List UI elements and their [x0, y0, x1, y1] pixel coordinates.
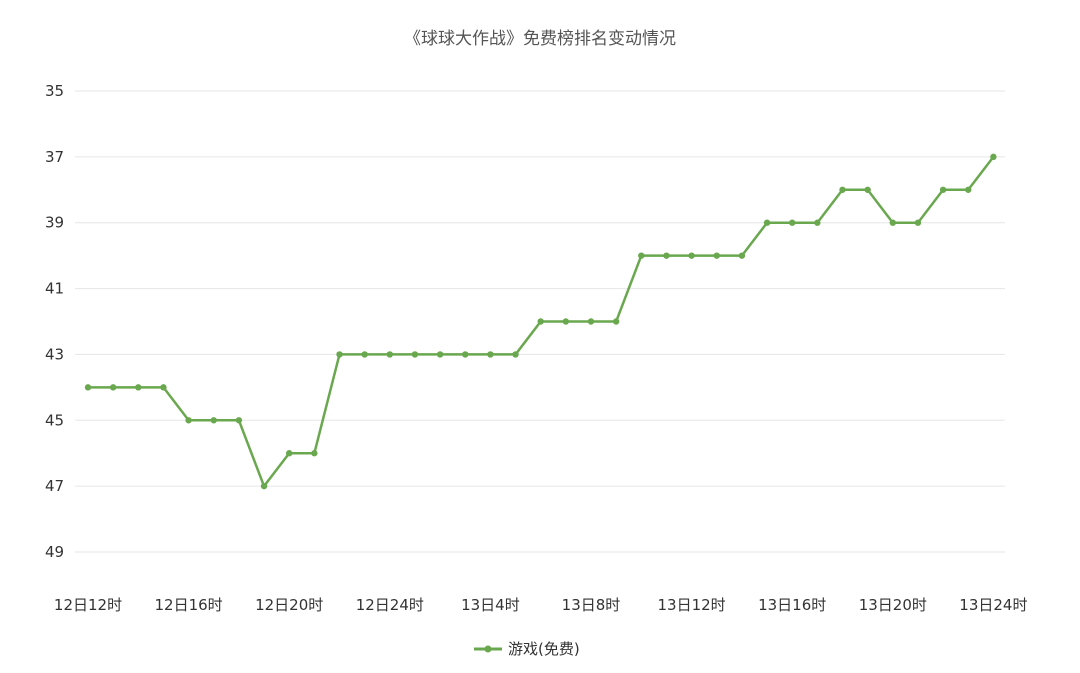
data-point[interactable]: [462, 351, 469, 358]
x-tick-label: 13日20时: [859, 596, 927, 614]
data-point[interactable]: [311, 450, 318, 457]
data-point[interactable]: [914, 219, 922, 226]
data-point[interactable]: [84, 384, 92, 391]
legend[interactable]: 游戏(免费): [474, 640, 580, 658]
x-tick-label: 12日20时: [255, 596, 323, 614]
y-tick-label: 37: [45, 148, 64, 166]
legend-dot-marker: [484, 645, 492, 653]
chart-title: 《球球大作战》免费榜排名变动情况: [404, 29, 676, 49]
data-point[interactable]: [436, 351, 444, 358]
y-tick-label: 41: [45, 280, 64, 298]
data-point[interactable]: [361, 351, 368, 358]
data-point[interactable]: [336, 351, 343, 358]
data-point[interactable]: [109, 384, 117, 391]
x-tick-label: 12日12时: [54, 596, 122, 614]
data-point[interactable]: [990, 153, 997, 161]
x-tick-label: 13日24时: [959, 596, 1027, 614]
data-point[interactable]: [939, 186, 947, 193]
data-point[interactable]: [889, 219, 896, 226]
data-point[interactable]: [411, 351, 419, 358]
y-tick-label: 43: [45, 345, 64, 363]
y-tick-label: 39: [45, 214, 64, 232]
data-point[interactable]: [286, 450, 293, 457]
data-point[interactable]: [638, 252, 645, 259]
data-point[interactable]: [135, 384, 142, 391]
x-tick-label: 13日8时: [562, 596, 621, 614]
data-point[interactable]: [537, 318, 544, 325]
data-point[interactable]: [663, 252, 670, 259]
y-tick-label: 35: [45, 82, 64, 100]
x-tick-label: 12日16时: [155, 596, 223, 614]
series-layer: [84, 153, 997, 490]
x-tick-label: 13日12时: [658, 596, 726, 614]
data-point[interactable]: [789, 219, 796, 226]
data-point[interactable]: [260, 482, 268, 490]
data-point[interactable]: [386, 351, 393, 358]
data-point[interactable]: [839, 186, 846, 193]
data-point[interactable]: [814, 219, 821, 226]
data-point[interactable]: [512, 351, 519, 358]
data-point[interactable]: [738, 252, 746, 259]
data-point[interactable]: [160, 384, 167, 391]
y-tick-label: 49: [45, 543, 64, 561]
data-point[interactable]: [185, 417, 192, 424]
x-tick-label: 12日24时: [356, 596, 424, 614]
data-point[interactable]: [487, 351, 494, 358]
data-point[interactable]: [612, 318, 620, 325]
data-point[interactable]: [965, 186, 972, 193]
data-point[interactable]: [235, 417, 243, 424]
x-axis: 12日12时 12日16时 12日20时 12日24时 13日4时 13日8时 13日12时…: [54, 596, 1028, 614]
legend-label: 游戏(免费): [508, 640, 580, 658]
data-point[interactable]: [562, 318, 570, 325]
data-point[interactable]: [587, 318, 595, 325]
data-point[interactable]: [688, 252, 695, 259]
y-axis: 35 37 39 41 43 45 47 49: [45, 82, 64, 561]
data-point[interactable]: [763, 219, 771, 226]
data-point[interactable]: [210, 417, 217, 424]
data-point[interactable]: [713, 252, 720, 259]
x-tick-label: 13日16时: [758, 596, 826, 614]
rank-line-chart: 《球球大作战》免费榜排名变动情况 35 37 39 41 43 45 47 49 12日12时…: [45, 29, 1028, 658]
data-point[interactable]: [864, 186, 871, 193]
x-tick-label: 13日4时: [461, 596, 520, 614]
y-tick-label: 45: [45, 411, 64, 429]
y-tick-label: 47: [45, 477, 64, 495]
